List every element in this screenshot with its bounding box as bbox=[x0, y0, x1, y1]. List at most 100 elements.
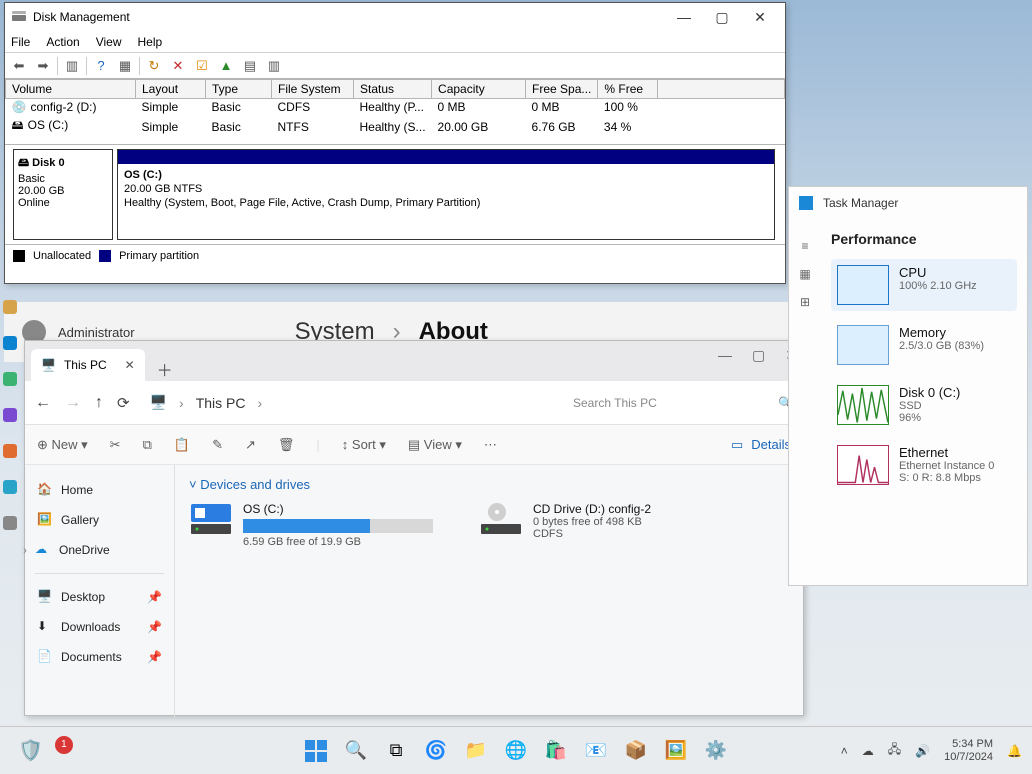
details-button[interactable]: ▭ Details bbox=[731, 437, 791, 453]
start-button[interactable] bbox=[303, 738, 329, 764]
sidebar-item-onedrive[interactable]: ›☁OneDrive bbox=[31, 535, 168, 565]
paste-icon[interactable]: 📋 bbox=[174, 437, 190, 453]
disk-chart-icon bbox=[837, 385, 889, 425]
disk-management-window: Disk Management — ▢ ✕ File Action View H… bbox=[4, 2, 786, 284]
explorer-tabbar: 🖥️ This PC ✕ ＋ — ▢ ✕ bbox=[25, 341, 803, 381]
app-button[interactable]: 📦 bbox=[623, 738, 649, 764]
back-icon[interactable]: ← bbox=[35, 394, 51, 412]
volume-tray-icon[interactable]: 🔊 bbox=[915, 744, 930, 758]
tm-icon bbox=[799, 196, 813, 210]
refresh-icon[interactable]: ↻ bbox=[144, 58, 164, 74]
help-icon[interactable]: ? bbox=[91, 58, 111, 73]
new-button[interactable]: ⊕ New ▾ bbox=[37, 437, 88, 453]
tm-titlebar[interactable]: Task Manager bbox=[789, 187, 1027, 219]
store-button[interactable]: 🛍️ bbox=[543, 738, 569, 764]
tm-card-cpu[interactable]: CPU100% 2.10 GHz bbox=[831, 259, 1017, 311]
volume-table: Volume Layout Type File System Status Ca… bbox=[5, 79, 785, 138]
maximize-button[interactable]: ▢ bbox=[752, 347, 765, 364]
dm-titlebar[interactable]: Disk Management — ▢ ✕ bbox=[5, 3, 785, 31]
col-free[interactable]: Free Spa... bbox=[526, 80, 598, 99]
processes-icon[interactable]: ▦ bbox=[799, 267, 810, 281]
breadcrumb[interactable]: 🖥️ › This PC › bbox=[150, 394, 263, 411]
minimize-button[interactable]: — bbox=[665, 9, 703, 25]
outlook-button[interactable]: 📧 bbox=[583, 738, 609, 764]
forward-icon[interactable]: → bbox=[65, 394, 81, 412]
menu-view[interactable]: View bbox=[96, 35, 122, 49]
pc-icon: 🖥️ bbox=[150, 394, 167, 411]
check-icon[interactable]: ☑ bbox=[192, 58, 212, 74]
delete-icon[interactable]: 🗑 bbox=[278, 437, 295, 453]
col-pct[interactable]: % Free bbox=[598, 80, 658, 99]
col-type[interactable]: Type bbox=[206, 80, 272, 99]
sidebar-item-home[interactable]: 🏠Home bbox=[31, 475, 168, 505]
sidebar-item-gallery[interactable]: 🖼️Gallery bbox=[31, 505, 168, 535]
col-volume[interactable]: Volume bbox=[6, 80, 136, 99]
menu-action[interactable]: Action bbox=[46, 35, 79, 49]
copilot-button[interactable]: 🌀 bbox=[423, 738, 449, 764]
menu-help[interactable]: Help bbox=[138, 35, 163, 49]
col-fs[interactable]: File System bbox=[272, 80, 354, 99]
explorer-window: 🖥️ This PC ✕ ＋ — ▢ ✕ ← → ↑ ⟳ 🖥️ › This P… bbox=[24, 340, 804, 716]
explorer-nav: 🏠Home 🖼️Gallery ›☁OneDrive 🖥️Desktop📌 ⬇D… bbox=[25, 465, 175, 717]
back-icon[interactable]: ⬅ bbox=[9, 58, 29, 74]
menu-icon[interactable]: ≡ bbox=[801, 239, 808, 253]
up-icon[interactable]: ↑ bbox=[95, 394, 103, 412]
close-button[interactable]: ✕ bbox=[741, 9, 779, 26]
col-capacity[interactable]: Capacity bbox=[432, 80, 526, 99]
list-icon[interactable]: ▤ bbox=[240, 58, 260, 74]
photos-button[interactable]: 🖼️ bbox=[663, 738, 689, 764]
settings-user: Administrator bbox=[58, 325, 135, 340]
props2-icon[interactable]: ▥ bbox=[264, 58, 284, 74]
cpu-chart-icon bbox=[837, 265, 889, 305]
edge-button[interactable]: 🌐 bbox=[503, 738, 529, 764]
up-icon[interactable]: ▲ bbox=[216, 58, 236, 73]
tm-card-memory[interactable]: Memory2.5/3.0 GB (83%) bbox=[831, 319, 1017, 371]
show-hide-icon[interactable]: ▥ bbox=[62, 58, 82, 74]
minimize-button[interactable]: — bbox=[718, 347, 732, 364]
sidebar-item-desktop[interactable]: 🖥️Desktop📌 bbox=[31, 582, 168, 612]
dm-title-text: Disk Management bbox=[33, 10, 130, 24]
network-tray-icon[interactable]: 🖧 bbox=[888, 740, 901, 761]
forward-icon[interactable]: ➡ bbox=[33, 58, 53, 74]
explorer-button[interactable]: 📁 bbox=[463, 738, 489, 764]
delete-icon[interactable]: ✕ bbox=[168, 58, 188, 74]
sidebar-item-documents[interactable]: 📄Documents📌 bbox=[31, 642, 168, 672]
tray-chevron-icon[interactable]: ˄ bbox=[841, 744, 848, 758]
search-button[interactable]: 🔍 bbox=[343, 738, 369, 764]
maximize-button[interactable]: ▢ bbox=[703, 9, 741, 26]
widgets-button[interactable]: 🛡️ 1 bbox=[18, 738, 61, 763]
close-tab-icon[interactable]: ✕ bbox=[125, 358, 135, 372]
menu-file[interactable]: File bbox=[11, 35, 30, 49]
performance-icon[interactable]: ⊞ bbox=[800, 295, 810, 309]
rename-icon[interactable]: ✎ bbox=[212, 437, 223, 453]
drive-os-c[interactable]: OS (C:) 6.59 GB free of 19.9 GB bbox=[189, 502, 449, 548]
sort-button[interactable]: ↕ Sort ▾ bbox=[342, 437, 386, 453]
share-icon[interactable]: ↗ bbox=[245, 437, 256, 453]
chevron-right-icon: › bbox=[179, 395, 184, 411]
sidebar-item-downloads[interactable]: ⬇Downloads📌 bbox=[31, 612, 168, 642]
group-devices[interactable]: ˅ Devices and drives bbox=[189, 477, 789, 492]
tm-card-ethernet[interactable]: EthernetEthernet Instance 0S: 0 R: 8.8 M… bbox=[831, 439, 1017, 491]
col-layout[interactable]: Layout bbox=[136, 80, 206, 99]
partition-box[interactable]: OS (C:) 20.00 GB NTFS Healthy (System, B… bbox=[117, 149, 775, 240]
refresh-icon[interactable]: ⟳ bbox=[117, 394, 130, 412]
disk-header[interactable]: 🖴 Disk 0 Basic 20.00 GB Online bbox=[13, 149, 113, 240]
view-button[interactable]: ▤ View ▾ bbox=[408, 437, 462, 453]
notifications-icon[interactable]: 🔔 bbox=[1007, 744, 1022, 758]
props-icon[interactable]: ▦ bbox=[115, 58, 135, 74]
copy-icon[interactable]: ⧉ bbox=[143, 437, 152, 453]
drive-cd-d[interactable]: CD Drive (D:) config-2 0 bytes free of 4… bbox=[479, 502, 739, 548]
cut-icon[interactable]: ✂ bbox=[110, 437, 121, 453]
taskbar-clock[interactable]: 5:34 PM 10/7/2024 bbox=[944, 738, 993, 764]
search-input[interactable]: Search This PC 🔍 bbox=[573, 396, 793, 410]
more-icon[interactable]: ⋯ bbox=[484, 437, 497, 453]
taskview-button[interactable]: ⧉ bbox=[383, 738, 409, 764]
table-row[interactable]: 🖴OS (C:) Simple Basic NTFS Healthy (S...… bbox=[6, 115, 785, 138]
table-row[interactable]: 💿config-2 (D:) Simple Basic CDFS Healthy… bbox=[6, 99, 785, 116]
settings-button[interactable]: ⚙️ bbox=[703, 738, 729, 764]
tab-this-pc[interactable]: 🖥️ This PC ✕ bbox=[31, 349, 145, 381]
col-status[interactable]: Status bbox=[354, 80, 432, 99]
onedrive-tray-icon[interactable]: ☁ bbox=[862, 744, 874, 758]
tm-card-disk[interactable]: Disk 0 (C:)SSD96% bbox=[831, 379, 1017, 431]
new-tab-button[interactable]: ＋ bbox=[157, 357, 173, 381]
